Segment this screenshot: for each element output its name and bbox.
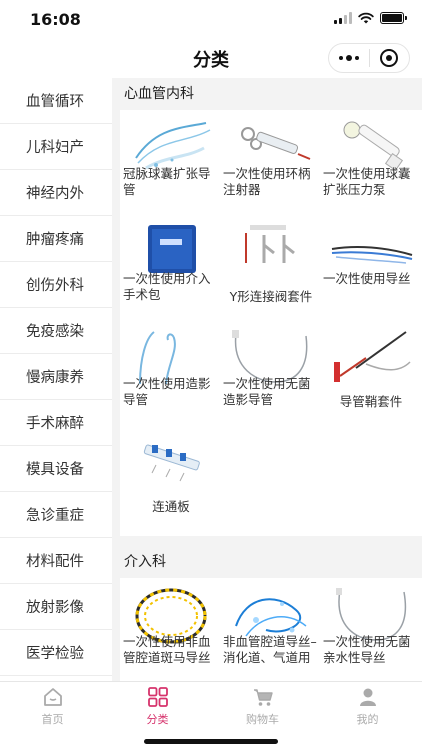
product-card[interactable]: 一次性使用无菌亲水性导丝 [320, 578, 420, 681]
product-grid: 一次性使用非血管腔道斑马导丝 非血管腔道导丝–消化道、气道用 一次性使用无菌亲水… [120, 578, 422, 681]
product-name: 一次性使用无菌亲水性导丝 [323, 634, 411, 665]
sidebar-item-label: 神经内外 [26, 186, 84, 202]
product-name: 非血管腔道导丝–消化道、气道用 [223, 634, 317, 665]
sidebar-item[interactable]: 放射影像 [0, 584, 112, 630]
sidebar-item[interactable]: 创伤外科 [0, 262, 112, 308]
tab-label: 首页 [41, 713, 64, 726]
sidebar-item[interactable]: 肿瘤疼痛 [0, 216, 112, 262]
sidebar-item[interactable]: 血管循环 [0, 78, 112, 124]
product-card[interactable]: Y形连接阀套件 [220, 215, 320, 320]
sidebar-item-label: 模具设备 [26, 462, 84, 478]
product-name: 一次性使用非血管腔道斑马导丝 [123, 634, 211, 665]
sidebar-item-label: 手术麻醉 [26, 416, 84, 432]
more-button[interactable] [329, 44, 369, 72]
catheter-sheath-image [334, 331, 411, 382]
product-name: 导管鞘套件 [339, 394, 403, 409]
mini-program-capsule [328, 43, 410, 73]
status-time: 16:08 [30, 10, 81, 29]
sidebar-item-label: 急诊重症 [26, 508, 84, 524]
status-icons [334, 12, 407, 24]
sidebar-item-label: 免疫感染 [26, 324, 84, 340]
tab-category[interactable]: 分类 [105, 686, 210, 726]
sidebar-item-label: 肿瘤疼痛 [26, 232, 84, 248]
product-card[interactable]: 一次性使用非血管腔道斑马导丝 [120, 578, 220, 681]
battery-icon [380, 12, 407, 24]
sidebar-item-label: 儿科妇产 [26, 140, 84, 156]
target-icon [380, 49, 399, 67]
product-name: 一次性使用球囊扩张压力泵 [323, 166, 411, 197]
product-content: 心血管内科 冠脉球囊扩张导管 一次性使用环柄注射器 一次性使用球囊扩张压力泵 一… [112, 78, 422, 681]
section-title: 心血管内科 [124, 86, 194, 102]
manifold-image [143, 444, 200, 482]
product-card[interactable]: 连通板 [120, 425, 220, 530]
signal-icon [334, 12, 352, 24]
section-cardiology: 心血管内科 冠脉球囊扩张导管 一次性使用环柄注射器 一次性使用球囊扩张压力泵 一… [120, 78, 422, 536]
tab-label: 分类 [146, 713, 169, 726]
cart-icon [253, 689, 273, 706]
sidebar-item[interactable]: 慢病康养 [0, 354, 112, 400]
product-card[interactable]: 一次性使用无菌造影导管 [220, 320, 320, 425]
sidebar-item-label: 材料配件 [26, 554, 84, 570]
status-bar: 16:08 [0, 0, 422, 40]
sidebar-item[interactable]: 急诊重症 [0, 492, 112, 538]
category-sidebar: 血管循环 儿科妇产 神经内外 肿瘤疼痛 创伤外科 免疫感染 慢病康养 手术麻醉 … [0, 78, 112, 681]
section-title: 介入科 [124, 554, 166, 570]
wifi-icon [358, 12, 374, 24]
y-connector-image [245, 225, 295, 263]
category-grid-icon [147, 687, 168, 707]
sidebar-item-label: 医学检验 [26, 646, 84, 662]
sidebar-item[interactable]: 医学检验 [0, 630, 112, 676]
product-card[interactable]: 一次性使用介入手术包 [120, 215, 220, 320]
product-name: 一次性使用导丝 [323, 271, 411, 286]
product-card[interactable]: 一次性使用环柄注射器 [220, 110, 320, 215]
sidebar-item[interactable]: 材料配件 [0, 538, 112, 584]
product-name: 一次性使用环柄注射器 [223, 166, 311, 197]
product-name: 连通板 [152, 499, 190, 514]
tab-mine[interactable]: 我的 [315, 686, 420, 726]
product-name: 冠脉球囊扩张导管 [123, 166, 211, 197]
close-mini-program-button[interactable] [370, 44, 410, 72]
sidebar-item-label: 慢病康养 [26, 370, 84, 386]
sidebar-item-label: 创伤外科 [26, 278, 84, 294]
product-name: 一次性使用造影导管 [123, 376, 211, 407]
home-icon [43, 688, 62, 706]
user-icon [359, 688, 376, 706]
sidebar-item[interactable]: 模具设备 [0, 446, 112, 492]
tab-label: 购物车 [246, 713, 279, 726]
product-grid: 冠脉球囊扩张导管 一次性使用环柄注射器 一次性使用球囊扩张压力泵 一次性使用介入… [120, 110, 422, 536]
product-card[interactable]: 导管鞘套件 [320, 320, 420, 425]
tab-home[interactable]: 首页 [0, 686, 105, 726]
section-interventional: 介入科 一次性使用非血管腔道斑马导丝 非血管腔道导丝–消化道、气道用 一次性使用… [120, 546, 422, 681]
product-name: Y形连接阀套件 [229, 289, 313, 304]
product-card[interactable]: 一次性使用造影导管 [120, 320, 220, 425]
product-card[interactable]: 一次性使用球囊扩张压力泵 [320, 110, 420, 215]
sidebar-item[interactable]: 手术麻醉 [0, 400, 112, 446]
sidebar-item-label: 血管循环 [26, 94, 84, 110]
more-dots-icon [338, 55, 359, 61]
tab-cart[interactable]: 购物车 [210, 686, 315, 726]
product-name: 一次性使用介入手术包 [123, 271, 211, 302]
sidebar-item-label: 放射影像 [26, 600, 84, 616]
product-card[interactable]: 冠脉球囊扩张导管 [120, 110, 220, 215]
nav-bar: 分类 [0, 40, 422, 78]
product-name: 一次性使用无菌造影导管 [223, 376, 311, 407]
sidebar-item[interactable]: 免疫感染 [0, 308, 112, 354]
product-card[interactable]: 一次性使用导丝 [320, 215, 420, 320]
sidebar-item[interactable]: 儿科妇产 [0, 124, 112, 170]
product-card[interactable]: 非血管腔道导丝–消化道、气道用 [220, 578, 320, 681]
sidebar-item[interactable]: 神经内外 [0, 170, 112, 216]
home-indicator [144, 739, 278, 744]
tab-label: 我的 [356, 713, 379, 726]
